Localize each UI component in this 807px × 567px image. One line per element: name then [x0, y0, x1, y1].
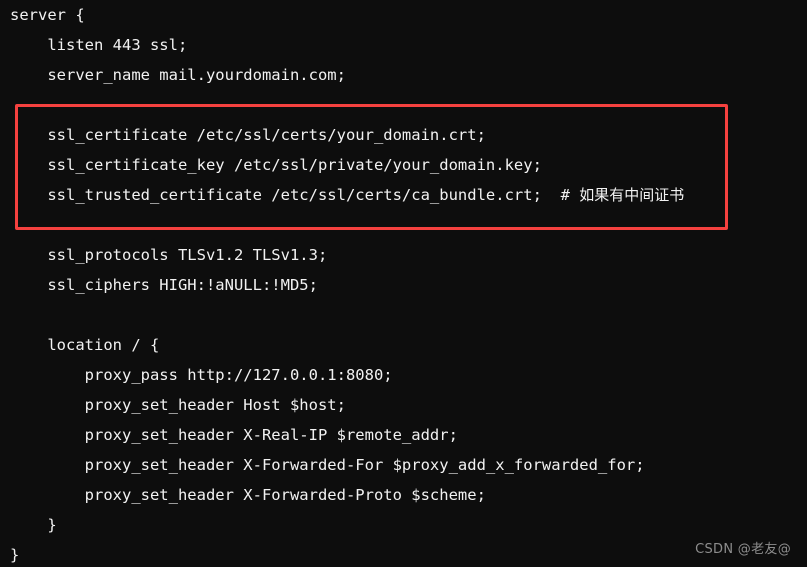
code-line: ssl_ciphers HIGH:!aNULL:!MD5; — [10, 276, 318, 294]
code-line: } — [10, 546, 20, 564]
code-line: location / { — [10, 336, 160, 354]
code-line: ssl_certificate /etc/ssl/certs/your_doma… — [10, 126, 486, 144]
code-line: proxy_set_header Host $host; — [10, 396, 346, 414]
code-line: } — [10, 516, 57, 534]
code-comment-cjk: 如果有中间证书 — [579, 186, 685, 204]
code-line: ssl_protocols TLSv1.2 TLSv1.3; — [10, 246, 328, 264]
code-line: ssl_certificate_key /etc/ssl/private/you… — [10, 156, 542, 174]
csdn-watermark: CSDN @老友@ — [695, 542, 791, 557]
code-line: server_name mail.yourdomain.com; — [10, 66, 346, 84]
code-line: proxy_set_header X-Real-IP $remote_addr; — [10, 426, 458, 444]
code-screenshot: server { listen 443 ssl; server_name mai… — [0, 0, 807, 567]
code-line: proxy_set_header X-Forwarded-Proto $sche… — [10, 486, 486, 504]
code-line: proxy_pass http://127.0.0.1:8080; — [10, 366, 393, 384]
code-line: server { — [10, 6, 85, 24]
code-block: server { listen 443 ssl; server_name mai… — [0, 0, 807, 567]
code-line: proxy_set_header X-Forwarded-For $proxy_… — [10, 456, 645, 474]
code-line: ssl_trusted_certificate /etc/ssl/certs/c… — [10, 186, 685, 204]
code-line: listen 443 ssl; — [10, 36, 188, 54]
